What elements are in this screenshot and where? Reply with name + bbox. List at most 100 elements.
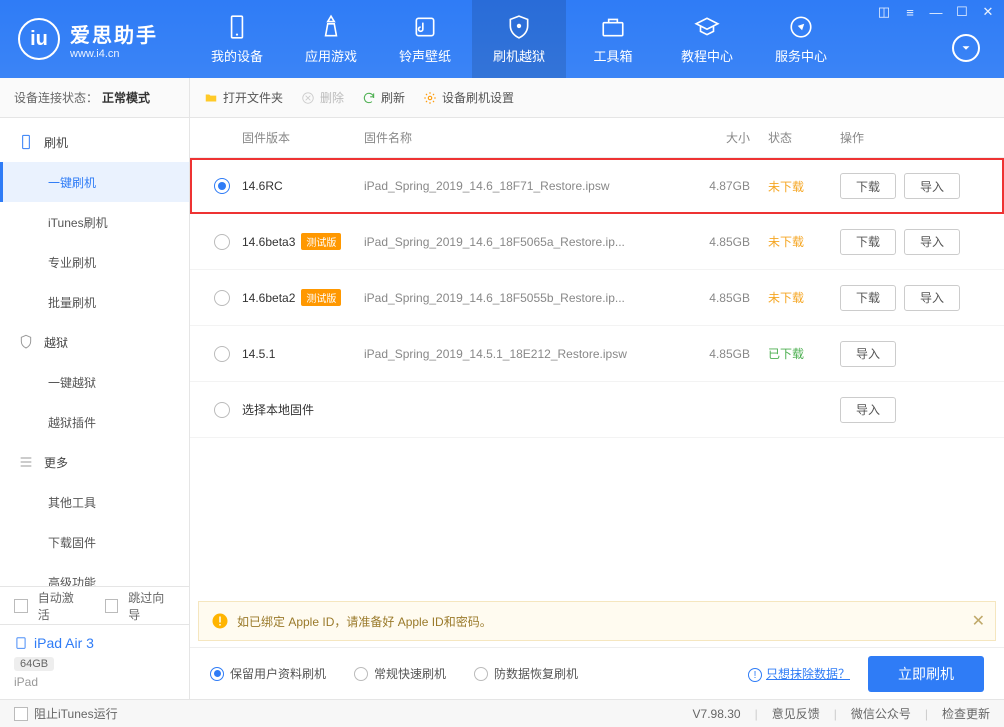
firmware-row[interactable]: 14.6RC iPad_Spring_2019_14.6_18F71_Resto…: [190, 158, 1004, 214]
download-button[interactable]: 下载: [840, 173, 896, 199]
logo-area: iu 爱思助手 www.i4.cn: [0, 18, 190, 60]
sidebar-item-itunes-flash[interactable]: iTunes刷机: [0, 202, 189, 242]
firmware-radio[interactable]: [214, 234, 230, 250]
logo-title: 爱思助手: [70, 19, 158, 48]
import-button[interactable]: 导入: [840, 341, 896, 367]
firmware-radio[interactable]: [214, 178, 230, 194]
firmware-radio[interactable]: [214, 402, 230, 418]
firmware-status: 未下载: [750, 178, 820, 195]
sidebar-item-oneclick-jailbreak[interactable]: 一键越狱: [0, 362, 189, 402]
window-minimize-icon[interactable]: —: [928, 4, 944, 20]
sidebar-item-download-firmware[interactable]: 下载固件: [0, 522, 189, 562]
auto-activate-checkbox[interactable]: [14, 599, 28, 613]
nav-tab-toolbox[interactable]: 工具箱: [566, 0, 660, 78]
import-button[interactable]: 导入: [904, 173, 960, 199]
device-card[interactable]: iPad Air 3 64GB iPad: [0, 624, 189, 699]
option-normal-flash[interactable]: 常规快速刷机: [354, 665, 446, 682]
window-skin-icon[interactable]: ◫: [876, 4, 892, 20]
nav-tab-tutorials[interactable]: 教程中心: [660, 0, 754, 78]
footer: 阻止iTunes运行 V7.98.30| 意见反馈| 微信公众号| 检查更新: [0, 699, 1004, 727]
firmware-row[interactable]: 14.6beta2 测试版 iPad_Spring_2019_14.6_18F5…: [190, 270, 1004, 326]
window-close-icon[interactable]: ✕: [980, 4, 996, 20]
nav-tabs: 我的设备 应用游戏 铃声壁纸 刷机越狱 工具箱 教程中心 服务中心: [190, 0, 848, 78]
firmware-size: 4.85GB: [670, 291, 750, 305]
erase-data-link[interactable]: !只想抹除数据？: [748, 665, 850, 683]
window-maximize-icon[interactable]: ☐: [954, 4, 970, 20]
local-firmware-row[interactable]: 选择本地固件 导入: [190, 382, 1004, 438]
sidebar-group-flash[interactable]: 刷机: [0, 122, 189, 162]
firmware-actions: 下载导入: [820, 229, 980, 255]
shield-icon: [506, 14, 532, 40]
table-header: 固件版本 固件名称 大小 状态 操作: [190, 118, 1004, 158]
device-icon: [224, 14, 250, 40]
block-itunes-checkbox[interactable]: [14, 707, 28, 721]
logo-icon: iu: [18, 18, 60, 60]
sidebar-item-jailbreak-plugins[interactable]: 越狱插件: [0, 402, 189, 442]
firmware-radio[interactable]: [214, 346, 230, 362]
sidebar-group-jailbreak[interactable]: 越狱: [0, 322, 189, 362]
gear-icon: [423, 91, 437, 105]
radio-icon: [210, 667, 224, 681]
nav-tab-my-device[interactable]: 我的设备: [190, 0, 284, 78]
firmware-name: iPad_Spring_2019_14.6_18F5065a_Restore.i…: [364, 235, 670, 249]
alert-close-button[interactable]: ✕: [972, 611, 985, 631]
window-menu-icon[interactable]: ≡: [902, 4, 918, 20]
more-group-icon: [18, 454, 34, 470]
firmware-version: 14.5.1: [242, 347, 364, 361]
col-header-name: 固件名称: [364, 129, 670, 146]
flash-group-icon: [18, 134, 34, 150]
toolbar: 打开文件夹 删除 刷新 设备刷机设置: [190, 78, 1004, 118]
nav-tab-service[interactable]: 服务中心: [754, 0, 848, 78]
nav-tab-apps[interactable]: 应用游戏: [284, 0, 378, 78]
apps-icon: [318, 14, 344, 40]
sidebar-item-oneclick-flash[interactable]: 一键刷机: [0, 162, 189, 202]
firmware-row[interactable]: 14.5.1 iPad_Spring_2019_14.5.1_18E212_Re…: [190, 326, 1004, 382]
flash-now-button[interactable]: 立即刷机: [868, 656, 984, 692]
music-icon: [412, 14, 438, 40]
footer-wechat[interactable]: 微信公众号: [851, 705, 911, 722]
firmware-actions: 下载导入: [820, 173, 980, 199]
download-button[interactable]: 下载: [840, 285, 896, 311]
firmware-radio[interactable]: [214, 290, 230, 306]
col-header-size: 大小: [670, 129, 750, 146]
skip-guide-checkbox[interactable]: [105, 599, 119, 613]
toolbox-icon: [600, 14, 626, 40]
firmware-status: 未下载: [750, 233, 820, 250]
header-dropdown-button[interactable]: [952, 34, 980, 62]
firmware-size: 4.87GB: [670, 179, 750, 193]
footer-update[interactable]: 检查更新: [942, 705, 990, 722]
sidebar-group-more[interactable]: 更多: [0, 442, 189, 482]
firmware-version: 14.6beta3 测试版: [242, 233, 364, 250]
import-button[interactable]: 导入: [904, 285, 960, 311]
sidebar-item-advanced[interactable]: 高级功能: [0, 562, 189, 586]
refresh-button[interactable]: 刷新: [362, 89, 405, 106]
device-name: iPad Air 3: [14, 635, 175, 651]
connection-status: 设备连接状态： 正常模式: [0, 78, 189, 118]
block-itunes-label: 阻止iTunes运行: [34, 705, 118, 722]
firmware-row[interactable]: 14.6beta3 测试版 iPad_Spring_2019_14.6_18F5…: [190, 214, 1004, 270]
footer-feedback[interactable]: 意见反馈: [772, 705, 820, 722]
sidebar-item-pro-flash[interactable]: 专业刷机: [0, 242, 189, 282]
sidebar-nav: 刷机 一键刷机 iTunes刷机 专业刷机 批量刷机 越狱 一键越狱 越狱插件 …: [0, 118, 189, 586]
option-keep-data[interactable]: 保留用户资料刷机: [210, 665, 326, 682]
alert-bar: 如已绑定 Apple ID，请准备好 Apple ID和密码。 ✕: [198, 601, 996, 641]
sidebar-item-batch-flash[interactable]: 批量刷机: [0, 282, 189, 322]
sidebar-activation-row: 自动激活 跳过向导: [0, 586, 189, 624]
import-button[interactable]: 导入: [904, 229, 960, 255]
jailbreak-group-icon: [18, 334, 34, 350]
download-button[interactable]: 下载: [840, 229, 896, 255]
import-button[interactable]: 导入: [840, 397, 896, 423]
firmware-size: 4.85GB: [670, 235, 750, 249]
radio-icon: [474, 667, 488, 681]
app-header: iu 爱思助手 www.i4.cn 我的设备 应用游戏 铃声壁纸 刷机越狱 工具…: [0, 0, 1004, 78]
option-anti-recovery[interactable]: 防数据恢复刷机: [474, 665, 578, 682]
nav-tab-flash[interactable]: 刷机越狱: [472, 0, 566, 78]
nav-tab-ringtones[interactable]: 铃声壁纸: [378, 0, 472, 78]
sidebar-item-other-tools[interactable]: 其他工具: [0, 482, 189, 522]
footer-version: V7.98.30: [693, 707, 741, 721]
open-folder-button[interactable]: 打开文件夹: [204, 89, 283, 106]
delete-icon: [301, 91, 315, 105]
col-header-version: 固件版本: [214, 129, 364, 146]
settings-button[interactable]: 设备刷机设置: [423, 89, 514, 106]
firmware-name: iPad_Spring_2019_14.6_18F71_Restore.ipsw: [364, 179, 670, 193]
